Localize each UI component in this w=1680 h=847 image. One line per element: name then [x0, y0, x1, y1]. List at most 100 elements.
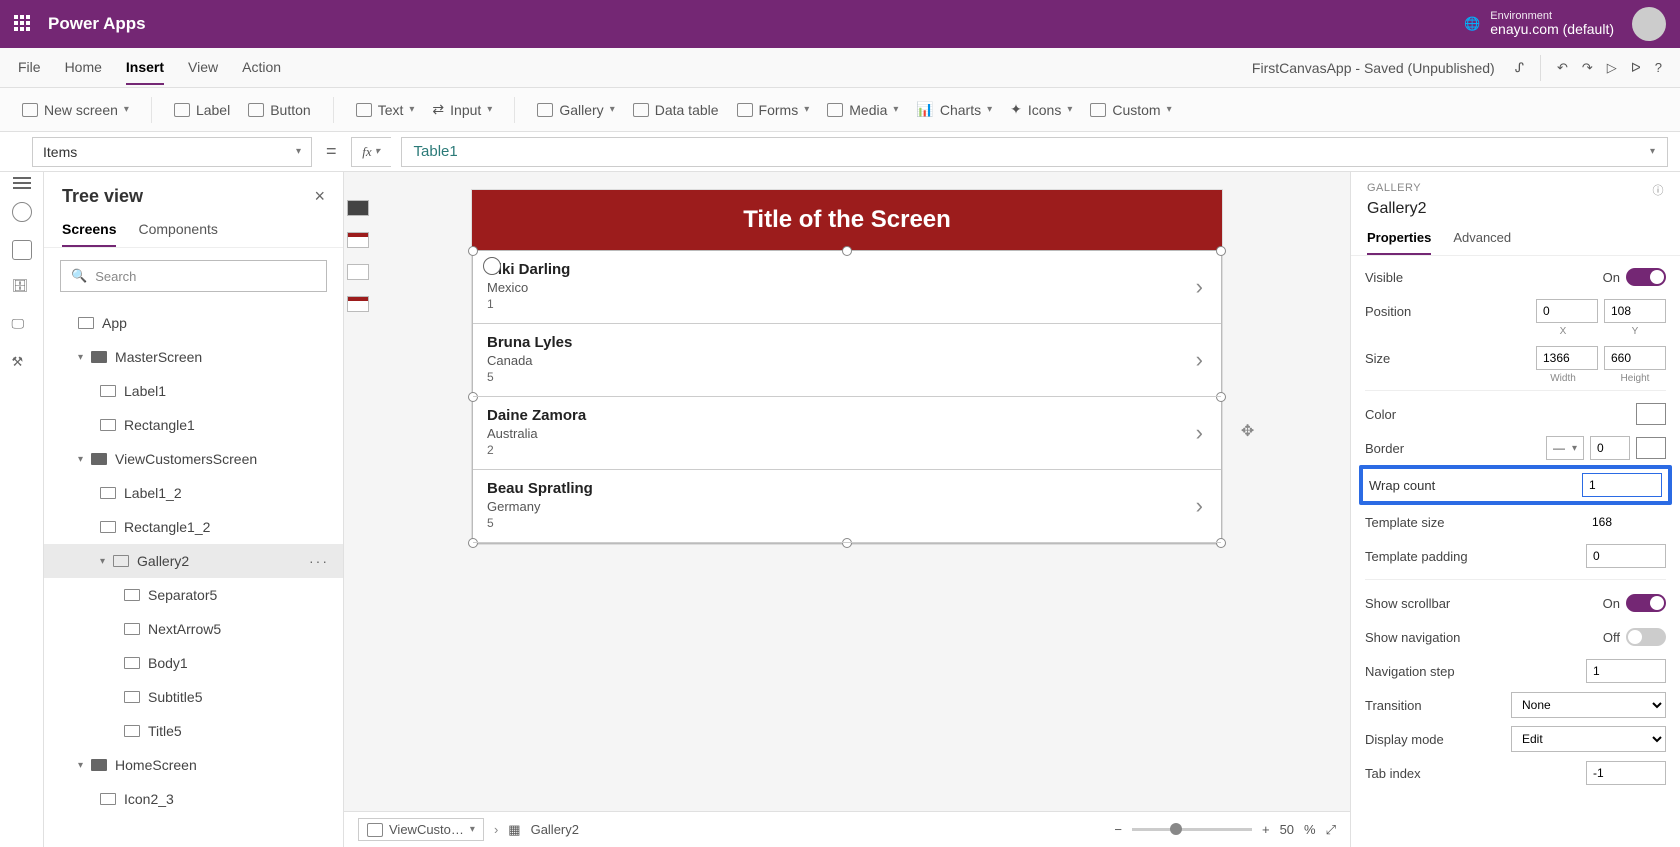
ribbon-icons[interactable]: ✦ Icons ▾ [1010, 101, 1072, 118]
menu-home[interactable]: Home [65, 51, 102, 85]
expand-icon[interactable]: ▾ [78, 352, 83, 363]
prop-color-swatch[interactable] [1636, 403, 1666, 425]
ribbon-label[interactable]: Label [174, 102, 230, 118]
prop-tabindex-value[interactable] [1586, 761, 1666, 785]
menu-view[interactable]: View [188, 51, 218, 85]
gallery-row[interactable]: Beau SpratlingGermany5› [473, 470, 1221, 543]
prop-wrap-count[interactable] [1582, 473, 1662, 497]
share-icon[interactable]: ᐅ [1631, 60, 1641, 76]
prop-navstep-value[interactable] [1586, 659, 1666, 683]
tree-node[interactable]: Rectangle1 [44, 408, 343, 442]
gallery-row[interactable]: Bruna LylesCanada5› [473, 324, 1221, 397]
menu-insert[interactable]: Insert [126, 51, 164, 85]
tree-node[interactable]: ▾ MasterScreen [44, 340, 343, 374]
help-icon[interactable]: ? [1655, 60, 1662, 75]
tree-tab-components[interactable]: Components [138, 215, 217, 247]
prop-tpad-value[interactable] [1586, 544, 1666, 568]
user-avatar[interactable] [1632, 7, 1666, 41]
undo-icon[interactable]: ↶ [1557, 60, 1568, 76]
menu-file[interactable]: File [18, 51, 41, 85]
menu-action[interactable]: Action [242, 51, 281, 85]
formula-input[interactable]: Table1 ▾ [401, 137, 1668, 167]
tree-node[interactable]: Body1 [44, 646, 343, 680]
expand-icon[interactable]: ▾ [78, 454, 83, 465]
ribbon-button[interactable]: Button [248, 102, 310, 118]
zoom-out-icon[interactable]: − [1114, 822, 1122, 837]
tree-view-icon[interactable] [12, 202, 32, 222]
fx-button[interactable]: fx▾ [351, 137, 391, 167]
tree-node[interactable]: Icon2_3 [44, 782, 343, 816]
ribbon-gallery[interactable]: Gallery ▾ [537, 102, 614, 118]
chevron-down-icon: ▾ [487, 104, 492, 115]
redo-icon[interactable]: ↷ [1582, 60, 1593, 76]
document-title: FirstCanvasApp - Saved (Unpublished) [1252, 60, 1495, 76]
ribbon-new-screen[interactable]: New screen ▾ [22, 102, 129, 118]
breadcrumb-screen[interactable]: ViewCusto… ▾ [358, 818, 484, 841]
ribbon-input[interactable]: ⇄ Input ▾ [432, 101, 492, 118]
tree-node[interactable]: Title5 [44, 714, 343, 748]
tree-node[interactable]: Separator5 [44, 578, 343, 612]
tree-node[interactable]: App [44, 306, 343, 340]
prop-border-color[interactable] [1636, 437, 1666, 459]
gallery-row[interactable]: Niki DarlingMexico1› [473, 251, 1221, 324]
prop-nav-toggle[interactable] [1626, 628, 1666, 646]
prop-dispmode-select[interactable]: Edit [1511, 726, 1666, 752]
props-tab-properties[interactable]: Properties [1367, 224, 1431, 255]
expand-icon[interactable]: ▾ [100, 556, 105, 567]
prop-position-y[interactable] [1604, 299, 1666, 323]
screen-thumb[interactable] [347, 200, 369, 216]
zoom-slider[interactable] [1132, 828, 1252, 831]
screen-thumb[interactable] [347, 264, 369, 280]
tree-node[interactable]: ▾ ViewCustomersScreen [44, 442, 343, 476]
prop-border-width[interactable] [1590, 436, 1630, 460]
prop-visible-toggle[interactable] [1626, 268, 1666, 286]
hamburger-icon[interactable] [13, 182, 31, 184]
next-arrow-icon[interactable]: › [1196, 347, 1203, 373]
props-tab-advanced[interactable]: Advanced [1453, 224, 1511, 255]
ribbon-text[interactable]: Text ▾ [356, 102, 415, 118]
next-arrow-icon[interactable]: › [1196, 274, 1203, 300]
prop-transition-select[interactable]: None [1511, 692, 1666, 718]
screen-thumb[interactable] [347, 232, 369, 248]
design-canvas[interactable]: Title of the Screen ✥ Niki DarlingMexico… [472, 190, 1222, 544]
tree-node[interactable]: Label1 [44, 374, 343, 408]
gallery-selection[interactable]: ✥ Niki DarlingMexico1›Bruna LylesCanada5… [472, 250, 1222, 544]
ribbon-custom[interactable]: Custom ▾ [1090, 102, 1171, 118]
tree-node[interactable]: ▾ HomeScreen [44, 748, 343, 782]
prop-scroll-toggle[interactable] [1626, 594, 1666, 612]
gallery-row[interactable]: Daine ZamoraAustralia2› [473, 397, 1221, 470]
next-arrow-icon[interactable]: › [1196, 420, 1203, 446]
prop-scroll-label: Show scrollbar [1365, 596, 1603, 611]
prop-tsize-value[interactable] [1586, 510, 1666, 534]
prop-size-w[interactable] [1536, 346, 1598, 370]
tree-node[interactable]: Subtitle5 [44, 680, 343, 714]
insert-pane-icon[interactable] [12, 240, 32, 260]
more-icon[interactable]: ··· [309, 553, 329, 569]
ribbon-datatable[interactable]: Data table [633, 102, 719, 118]
info-icon[interactable]: ⓘ [1653, 182, 1665, 198]
tree-node[interactable]: Rectangle1_2 [44, 510, 343, 544]
close-icon[interactable]: × [314, 186, 325, 207]
canvas-scroll[interactable]: Title of the Screen ✥ Niki DarlingMexico… [344, 172, 1350, 811]
tree-search[interactable]: 🔍 Search [60, 260, 327, 292]
property-selector[interactable]: Items ▾ [32, 137, 312, 167]
tree-node[interactable]: Label1_2 [44, 476, 343, 510]
fit-icon[interactable]: ⤢ [1326, 822, 1336, 838]
tree-node[interactable]: NextArrow5 [44, 612, 343, 646]
tree-node[interactable]: ▾ Gallery2··· [44, 544, 343, 578]
expand-icon[interactable]: ▾ [78, 760, 83, 771]
prop-border-style[interactable]: — ▾ [1546, 436, 1584, 460]
play-icon[interactable]: ▷ [1607, 60, 1617, 76]
ribbon-charts[interactable]: 📊 Charts ▾ [916, 101, 992, 118]
prop-position-x[interactable] [1536, 299, 1598, 323]
ribbon-forms[interactable]: Forms ▾ [737, 102, 810, 118]
zoom-in-icon[interactable]: + [1262, 822, 1270, 837]
app-launcher-icon[interactable] [14, 15, 32, 33]
tree-tab-screens[interactable]: Screens [62, 215, 116, 247]
environment-picker[interactable]: 🌐 Environment enayu.com (default) [1464, 10, 1614, 37]
ribbon-media[interactable]: Media ▾ [827, 102, 898, 118]
screen-thumb[interactable] [347, 296, 369, 312]
prop-size-h[interactable] [1604, 346, 1666, 370]
next-arrow-icon[interactable]: › [1196, 493, 1203, 519]
app-checker-icon[interactable]: ᔑ [1515, 60, 1524, 76]
